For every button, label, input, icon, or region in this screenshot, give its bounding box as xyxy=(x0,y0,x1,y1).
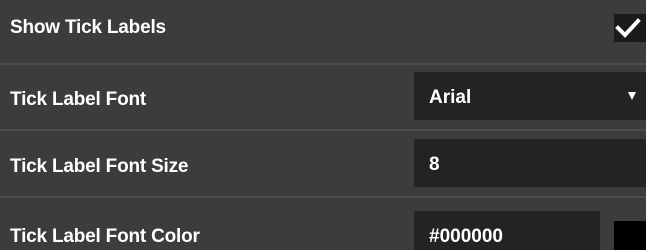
caret-down-icon xyxy=(628,92,636,100)
font-color-swatch[interactable] xyxy=(614,221,646,250)
show-tick-labels-row: Show Tick Labels xyxy=(0,0,646,62)
tick-label-font-row: Tick Label Font Arial xyxy=(0,65,646,129)
properties-panel: Show Tick Labels Tick Label Font Arial T… xyxy=(0,0,646,250)
tick-label-font-label: Tick Label Font xyxy=(10,89,147,110)
tick-label-font-size-label: Tick Label Font Size xyxy=(10,156,189,177)
tick-label-font-color-label: Tick Label Font Color xyxy=(10,226,200,247)
tick-label-font-value: Arial xyxy=(429,87,472,108)
tick-label-font-color-input[interactable]: #000000 xyxy=(414,211,600,250)
tick-label-font-size-value: 8 xyxy=(429,154,440,175)
tick-label-font-size-row: Tick Label Font Size 8 xyxy=(0,131,646,197)
tick-label-font-color-value: #000000 xyxy=(429,226,503,247)
tick-label-font-select[interactable]: Arial xyxy=(414,72,646,120)
checkmark-icon xyxy=(615,18,641,38)
show-tick-labels-checkbox[interactable] xyxy=(614,14,646,42)
show-tick-labels-label: Show Tick Labels xyxy=(10,17,166,38)
tick-label-font-size-input[interactable]: 8 xyxy=(414,139,646,187)
tick-label-font-color-row: Tick Label Font Color #000000 xyxy=(0,198,646,250)
